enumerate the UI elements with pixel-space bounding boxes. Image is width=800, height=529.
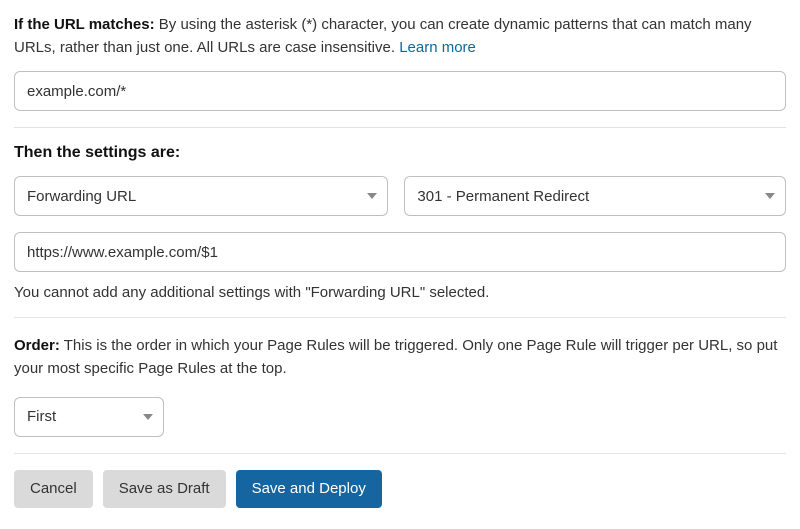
divider [14,453,786,454]
url-pattern-input[interactable] [14,71,786,111]
setting-type-value: Forwarding URL [27,188,136,205]
destination-url-input[interactable] [14,232,786,272]
divider [14,127,786,128]
order-select[interactable]: First [14,397,164,437]
settings-row: Forwarding URL 301 - Permanent Redirect [14,176,786,216]
url-match-label: If the URL matches: [14,16,155,33]
order-description: This is the order in which your Page Rul… [14,337,777,377]
chevron-down-icon [765,193,775,199]
cancel-button[interactable]: Cancel [14,470,93,508]
order-value: First [27,408,56,425]
redirect-type-value: 301 - Permanent Redirect [417,188,589,205]
redirect-type-select[interactable]: 301 - Permanent Redirect [404,176,786,216]
order-label: Order: [14,337,60,354]
save-deploy-button[interactable]: Save and Deploy [236,470,382,508]
settings-note: You cannot add any additional settings w… [14,284,786,301]
chevron-down-icon [367,193,377,199]
setting-type-select[interactable]: Forwarding URL [14,176,388,216]
url-match-intro: If the URL matches: By using the asteris… [14,14,786,59]
settings-section: Then the settings are: Forwarding URL 30… [14,144,786,301]
divider [14,317,786,318]
order-intro: Order: This is the order in which your P… [14,334,786,381]
url-match-section: If the URL matches: By using the asteris… [14,14,786,111]
learn-more-link[interactable]: Learn more [399,39,476,56]
chevron-down-icon [143,414,153,420]
action-buttons: Cancel Save as Draft Save and Deploy [14,470,786,508]
settings-heading: Then the settings are: [14,144,786,162]
save-draft-button[interactable]: Save as Draft [103,470,226,508]
order-section: Order: This is the order in which your P… [14,334,786,437]
